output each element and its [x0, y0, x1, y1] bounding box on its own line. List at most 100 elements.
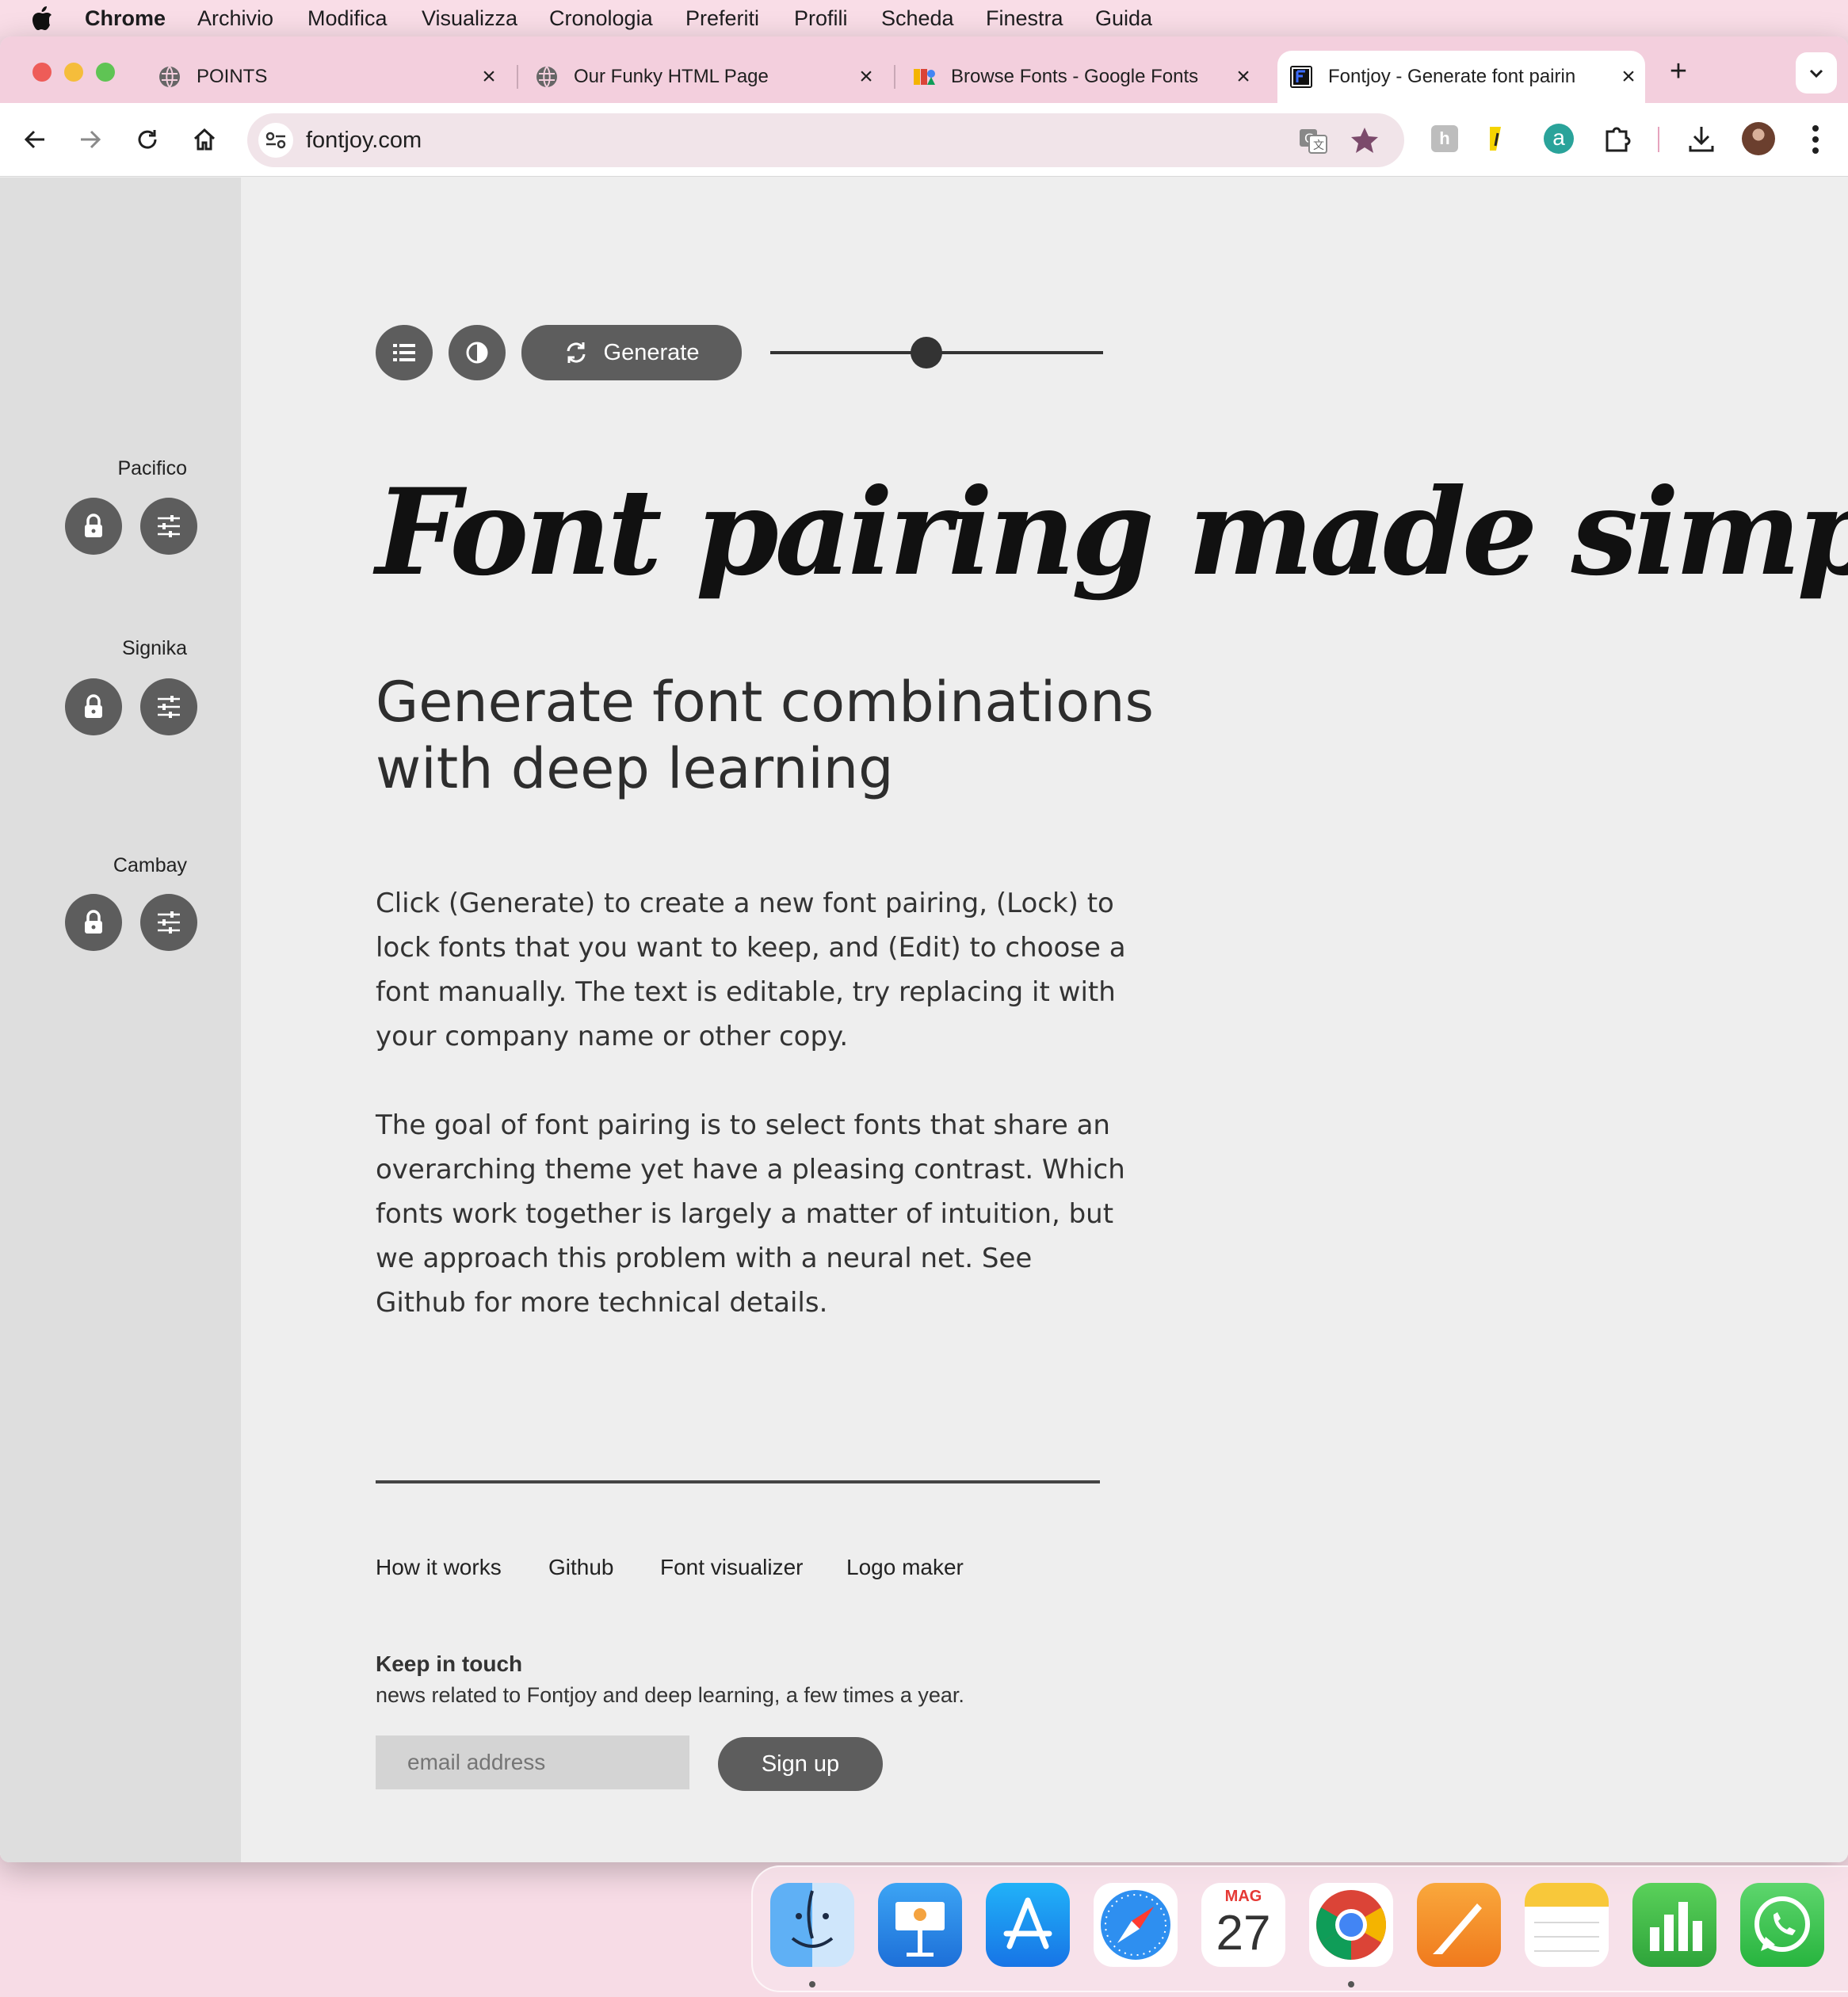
contrast-toggle-button[interactable] [449, 325, 506, 380]
close-tab-icon[interactable]: × [1231, 63, 1255, 90]
sign-up-button[interactable]: Sign up [718, 1737, 883, 1791]
menu-finestra[interactable]: Finestra [986, 6, 1063, 31]
font-name-label: Pacifico [117, 457, 187, 479]
translate-icon[interactable]: G文 [1298, 126, 1328, 156]
notes-icon[interactable] [1525, 1883, 1609, 1967]
menu-cronologia[interactable]: Cronologia [549, 6, 653, 31]
close-window-button[interactable] [32, 63, 52, 82]
lock-button[interactable] [65, 678, 122, 735]
email-input[interactable] [376, 1735, 689, 1789]
minimize-window-button[interactable] [64, 63, 83, 82]
font-sidebar: Pacifico Signika Cambay [0, 178, 241, 1862]
tab-title: POINTS [197, 66, 268, 87]
calendar-icon[interactable]: MAG 27 [1201, 1883, 1285, 1967]
toolbar-separator [1658, 127, 1659, 152]
tab-fontjoy[interactable]: Fontjoy - Generate font pairin × [1277, 51, 1645, 103]
address-bar[interactable]: fontjoy.com G文 [247, 113, 1404, 167]
more-menu-icon[interactable] [1804, 122, 1827, 157]
globe-icon [536, 66, 558, 88]
url-text[interactable]: fontjoy.com [306, 128, 422, 154]
page-content: Pacifico Signika Cambay Generate Font pa… [0, 178, 1848, 1862]
tab-google-fonts[interactable]: Browse Fonts - Google Fonts × [913, 51, 1255, 103]
forward-arrow-icon[interactable] [74, 124, 106, 155]
browser-window: POINTS × Our Funky HTML Page × Browse Fo… [0, 36, 1848, 1862]
tab-separator [894, 65, 895, 89]
lock-icon [85, 514, 102, 537]
avatar[interactable] [1742, 122, 1775, 155]
extension-a-icon[interactable]: a [1544, 124, 1574, 154]
intro-paragraph[interactable]: Click (Generate) to create a new font pa… [376, 881, 1128, 1059]
calendar-day: 27 [1216, 1906, 1271, 1961]
calendar-month: MAG [1224, 1888, 1262, 1905]
tab-title: Fontjoy - Generate font pairin [1328, 66, 1576, 87]
running-indicator [1348, 1981, 1354, 1987]
edit-font-button[interactable] [140, 894, 197, 951]
safari-icon[interactable] [1094, 1883, 1178, 1967]
menu-visualizza[interactable]: Visualizza [422, 6, 517, 31]
link-how-it-works[interactable]: How it works [376, 1555, 502, 1580]
home-icon[interactable] [189, 124, 220, 155]
back-arrow-icon[interactable] [19, 124, 51, 155]
reload-icon[interactable] [132, 124, 163, 155]
extensions-puzzle-icon[interactable] [1602, 124, 1632, 154]
tab-points[interactable]: POINTS × [158, 51, 501, 103]
link-logo-maker[interactable]: Logo maker [846, 1555, 964, 1580]
generate-label: Generate [603, 339, 700, 365]
close-tab-icon[interactable]: × [854, 63, 878, 90]
page-subheading[interactable]: Generate font combinations with deep lea… [376, 669, 1200, 802]
edit-font-button[interactable] [140, 678, 197, 735]
list-icon [393, 344, 415, 361]
whatsapp-icon[interactable] [1740, 1883, 1824, 1967]
zoom-window-button[interactable] [96, 63, 115, 82]
dock: MAG 27 [751, 1865, 1848, 1992]
lock-button[interactable] [65, 498, 122, 555]
app-store-icon[interactable] [986, 1883, 1070, 1967]
pages-icon[interactable] [1417, 1883, 1501, 1967]
download-icon[interactable] [1686, 124, 1716, 154]
menu-preferiti[interactable]: Preferiti [685, 6, 759, 31]
tab-strip: POINTS × Our Funky HTML Page × Browse Fo… [0, 36, 1848, 103]
tab-title: Browse Fonts - Google Fonts [951, 66, 1199, 87]
menu-scheda[interactable]: Scheda [881, 6, 954, 31]
page-heading[interactable]: Font pairing made simple [376, 463, 1848, 602]
chrome-icon[interactable] [1309, 1883, 1393, 1967]
font-name-label: Cambay [113, 854, 187, 876]
menu-app-name[interactable]: Chrome [85, 6, 166, 31]
sliders-icon [158, 696, 180, 718]
menu-modifica[interactable]: Modifica [307, 6, 388, 31]
slider-thumb[interactable] [911, 337, 942, 368]
apple-icon[interactable] [30, 6, 54, 31]
numbers-icon[interactable] [1632, 1883, 1716, 1967]
keynote-icon[interactable] [878, 1883, 962, 1967]
lock-button[interactable] [65, 894, 122, 951]
finder-icon[interactable] [770, 1883, 854, 1967]
lock-icon [85, 910, 102, 934]
menu-archivio[interactable]: Archivio [197, 6, 273, 31]
globe-icon [158, 66, 181, 88]
menu-profili[interactable]: Profili [794, 6, 848, 31]
site-info-icon[interactable] [258, 123, 293, 158]
link-github[interactable]: Github [548, 1555, 614, 1580]
menu-bar: Chrome Archivio Modifica Visualizza Cron… [0, 0, 1848, 36]
extension-honey-icon[interactable]: h [1431, 125, 1458, 152]
similarity-slider[interactable] [770, 333, 1103, 372]
font-name-label: Signika [122, 637, 187, 659]
close-tab-icon[interactable]: × [1617, 63, 1640, 90]
menu-guida[interactable]: Guida [1095, 6, 1152, 31]
link-font-visualizer[interactable]: Font visualizer [660, 1555, 804, 1580]
extension-highlighter-icon[interactable] [1487, 125, 1510, 152]
tab-search-button[interactable] [1796, 52, 1837, 94]
close-tab-icon[interactable]: × [477, 63, 501, 90]
sliders-icon [158, 515, 180, 537]
edit-font-button[interactable] [140, 498, 197, 555]
refresh-icon [567, 342, 586, 363]
lock-icon [85, 694, 102, 718]
tab-funky-html[interactable]: Our Funky HTML Page × [536, 51, 878, 103]
new-tab-icon[interactable]: + [1663, 55, 1694, 87]
divider [376, 1480, 1100, 1483]
list-view-button[interactable] [376, 325, 433, 380]
bookmark-star-icon[interactable] [1349, 124, 1380, 156]
tab-separator [517, 65, 518, 89]
generate-button[interactable]: Generate [521, 325, 742, 380]
explanation-paragraph[interactable]: The goal of font pairing is to select fo… [376, 1103, 1128, 1325]
